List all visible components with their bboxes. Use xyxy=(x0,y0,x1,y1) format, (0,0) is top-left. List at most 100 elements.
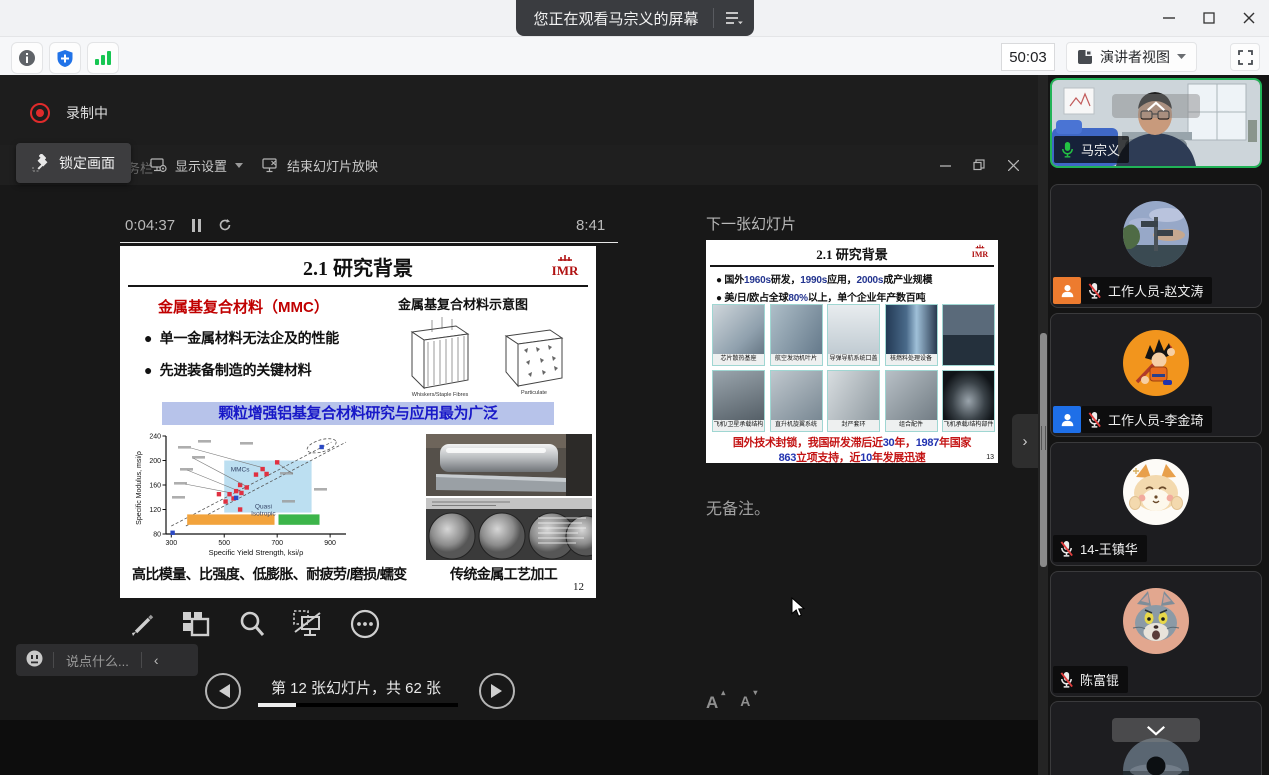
view-mode-selector[interactable]: 演讲者视图 xyxy=(1066,42,1197,72)
end-slideshow-button[interactable]: 结束幻灯片放映 xyxy=(262,145,378,185)
participant-tile[interactable]: 陈富锟 xyxy=(1050,571,1262,697)
collapse-video-chevron-up-icon[interactable] xyxy=(1112,94,1200,118)
meeting-toolbar: 50:03 演讲者视图 xyxy=(0,37,1269,76)
network-quality-button[interactable] xyxy=(87,42,119,74)
application-photo-tile: 飞机/卫星承载结构 xyxy=(712,370,765,432)
slide-bullet-2: ● 先进装备制造的关键材料 xyxy=(144,360,311,380)
divider xyxy=(710,265,994,267)
mic-muted-icon xyxy=(1059,671,1074,688)
person-icon xyxy=(1059,282,1076,299)
svg-text:MMCs: MMCs xyxy=(231,467,251,474)
schematic-title: 金属基复合材料示意图 xyxy=(398,294,528,313)
fullscreen-icon xyxy=(1238,50,1253,65)
elapsed-time: 0:04:37 xyxy=(125,217,175,234)
participant-name: 工作人员-赵文涛 xyxy=(1108,281,1203,300)
application-photo-tile: 航空发动机叶片 xyxy=(770,304,823,366)
application-photo-tile: 直升机旋翼系统 xyxy=(770,370,823,432)
metal-billets-photo xyxy=(426,498,592,560)
more-options-button[interactable] xyxy=(349,608,381,640)
notes-text: 无备注。 xyxy=(706,495,770,519)
scrollbar-thumb[interactable] xyxy=(1040,333,1047,567)
presentation-timer-row: 0:04:37 8:41 xyxy=(0,212,640,240)
person-icon xyxy=(1059,411,1076,428)
slide-position-label: 第 12 张幻灯片，共 62 张 xyxy=(256,677,456,698)
window-maximize-button[interactable] xyxy=(1189,0,1229,36)
restart-timer-button[interactable] xyxy=(218,218,232,236)
chevron-down-icon xyxy=(235,163,243,168)
prev-arrow-icon xyxy=(217,684,230,698)
lock-screen-button[interactable]: 锁定画面 xyxy=(16,143,131,183)
font-increase-button[interactable]: A▴ xyxy=(706,693,718,713)
collapse-chat-icon[interactable]: ‹ xyxy=(154,652,159,668)
mic-muted-icon xyxy=(1087,411,1102,428)
staff-badge xyxy=(1053,277,1081,304)
lock-screen-label: 锁定画面 xyxy=(59,153,115,173)
participant-name: 14-王镇华 xyxy=(1080,539,1138,558)
photo-tile-label: 航空发动机叶片 xyxy=(771,354,822,365)
collapse-sidebar-handle[interactable]: › xyxy=(1012,414,1038,468)
more-participants-chevron-down-icon[interactable] xyxy=(1112,718,1200,742)
viewing-banner-text: 您正在观看马宗义的屏幕 xyxy=(533,8,698,29)
viewing-banner[interactable]: 您正在观看马宗义的屏幕 xyxy=(515,0,753,36)
svg-text:500: 500 xyxy=(218,540,230,547)
svg-text:Specific Modulus, msi/ρ: Specific Modulus, msi/ρ xyxy=(136,451,143,525)
shield-plus-icon xyxy=(56,49,74,68)
application-photo-tile xyxy=(942,304,995,366)
window-minimize-button[interactable] xyxy=(1149,0,1189,36)
chat-input[interactable]: 说点什么... xyxy=(66,651,129,670)
participant-avatar xyxy=(1123,459,1189,525)
slide-progress-bar xyxy=(258,703,458,707)
photo-tile-label: 组合配件 xyxy=(886,420,937,431)
emoji-icon[interactable] xyxy=(26,650,43,670)
participant-tile[interactable]: 工作人员-李金琦 xyxy=(1050,313,1262,437)
photo-tile-label: 芯片散热基座 xyxy=(713,354,764,365)
font-decrease-button[interactable]: A▾ xyxy=(740,693,750,713)
svg-text:IMR: IMR xyxy=(552,263,579,278)
slides-grid-icon xyxy=(181,609,211,639)
meeting-duration: 50:03 xyxy=(1001,43,1055,71)
next-slide-thumbnail[interactable]: 2.1 研究背景 IMR ● 国外1960s研发，1990s应用，2000s成产… xyxy=(706,240,998,463)
next-slide-title: 2.1 研究背景 xyxy=(706,244,998,263)
participant-tile[interactable]: 14-王镇华 xyxy=(1050,442,1262,566)
meeting-app-window: 您正在观看马宗义的屏幕 50:03 演讲者视图 xyxy=(0,0,1269,775)
divider xyxy=(120,242,618,243)
zoom-slide-button[interactable] xyxy=(236,608,268,640)
all-slides-button[interactable] xyxy=(180,608,212,640)
presenter-toolbar: 显示任务栏 显示设置 结束幻灯片放映 锁定画面 xyxy=(0,145,1038,185)
svg-text:Particulate: Particulate xyxy=(521,390,547,396)
end-slideshow-label: 结束幻灯片放映 xyxy=(287,156,378,175)
participant-name: 马宗义 xyxy=(1081,140,1120,159)
current-slide[interactable]: 2.1 研究背景 IMR 金属基复合材料（MMC） ● 单一金属材料无法企及的性… xyxy=(120,246,596,598)
presenter-minimize-button[interactable] xyxy=(928,145,962,185)
pause-timer-button[interactable] xyxy=(192,219,202,236)
next-arrow-icon xyxy=(491,684,504,698)
property-scatter-chart: 30050070090080120160200240MMCsQuasiIsotr… xyxy=(132,430,354,558)
presenter-restore-button[interactable] xyxy=(962,145,996,185)
banner-menu-icon[interactable] xyxy=(714,0,754,36)
participant-tile[interactable] xyxy=(1050,701,1262,775)
slide-page-number: 12 xyxy=(573,581,584,593)
meeting-info-button[interactable] xyxy=(11,42,43,74)
black-screen-button[interactable] xyxy=(292,608,324,640)
window-close-button[interactable] xyxy=(1229,0,1269,36)
security-button[interactable] xyxy=(49,42,81,74)
participant-tile[interactable]: 工作人员-赵文涛 xyxy=(1050,184,1262,308)
participant-avatar xyxy=(1123,738,1189,775)
resize-grip[interactable] xyxy=(1041,426,1043,450)
svg-text:Quasi: Quasi xyxy=(255,503,272,510)
next-slide-red-text-1: 国外技术封锁，我国研发滞后近30年，1987年国家 xyxy=(706,434,998,450)
next-slide-button[interactable] xyxy=(479,673,515,709)
photo-tile-label: 飞机/卫星承载结构 xyxy=(713,420,764,431)
chat-bar: 说点什么... ‹ xyxy=(16,644,198,676)
pen-tool-button[interactable] xyxy=(126,608,158,640)
participant-tile[interactable]: 马宗义 xyxy=(1050,78,1262,168)
presenter-close-button[interactable] xyxy=(996,145,1030,185)
svg-text:120: 120 xyxy=(149,507,161,514)
display-settings-button[interactable]: 显示设置 xyxy=(150,145,243,185)
fullscreen-button[interactable] xyxy=(1230,43,1260,71)
photo-tile-label: 封严套环 xyxy=(828,420,879,431)
shared-screen-top-strip xyxy=(0,75,1038,145)
previous-slide-button[interactable] xyxy=(205,673,241,709)
resize-grip[interactable] xyxy=(1045,426,1047,450)
display-settings-icon xyxy=(150,158,167,173)
